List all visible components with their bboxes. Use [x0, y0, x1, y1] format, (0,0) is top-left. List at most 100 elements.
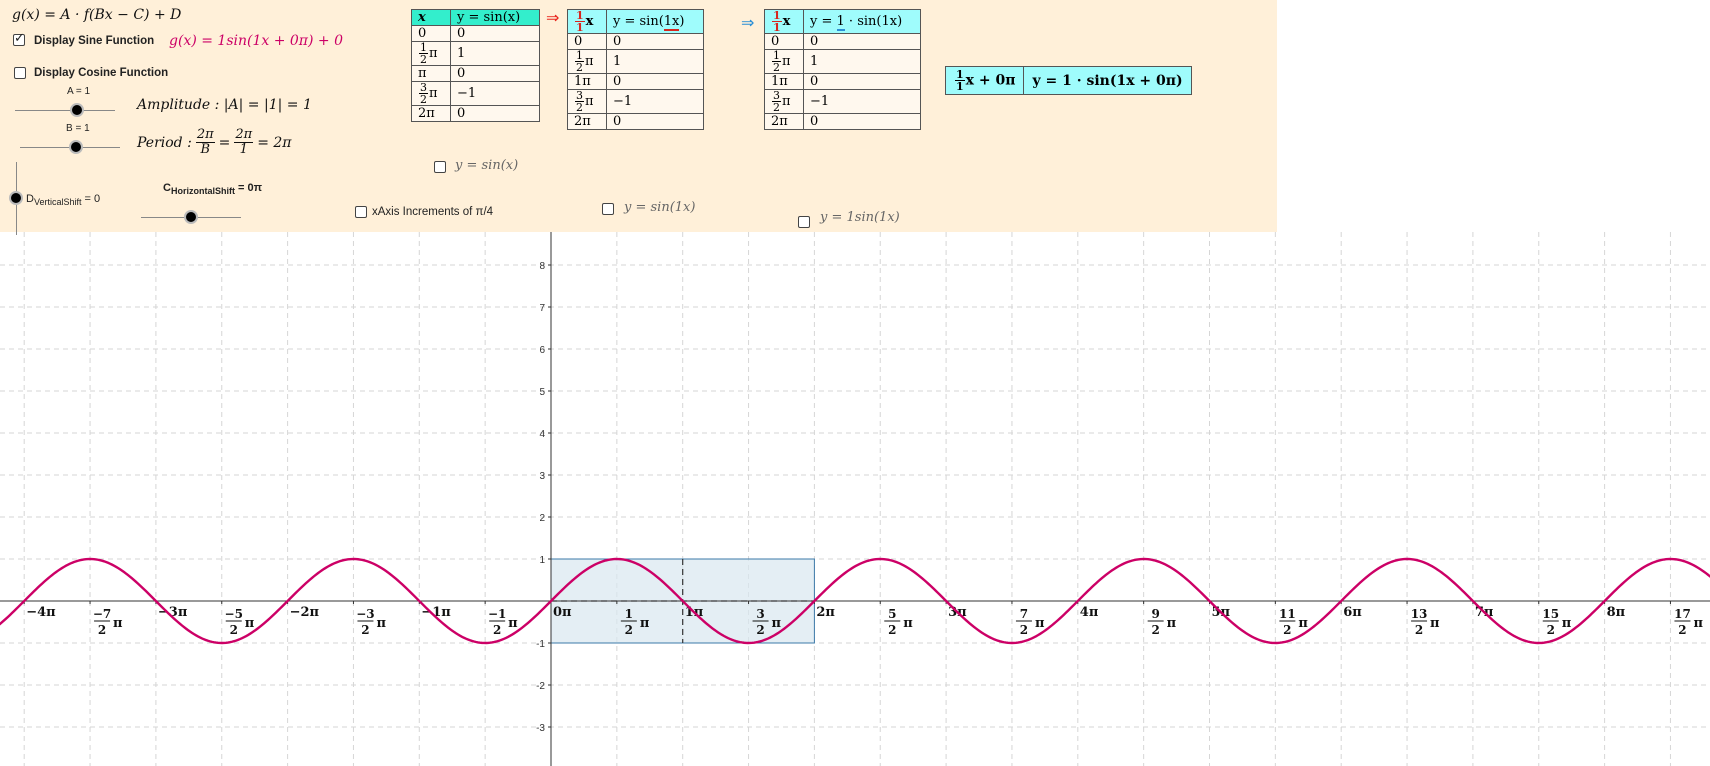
- x-tick-label-den: 2: [888, 623, 896, 637]
- y-tick-label: -2: [536, 681, 545, 692]
- table1-cell: 1: [450, 41, 540, 66]
- table-sin-1x: 11x y = sin(1x) 00 12π1 1π 0 3 2 π −1 2π 0: [567, 9, 704, 130]
- x-tick-label: 6π: [1343, 605, 1362, 620]
- x-tick-label: 2π: [816, 605, 835, 620]
- display-cosine-checkbox[interactable]: [14, 67, 26, 79]
- period-result: = 2π: [257, 134, 292, 151]
- y-tick-label: 2: [539, 513, 545, 524]
- table3-cell: −1: [803, 89, 921, 114]
- table1-cell: 12π: [411, 41, 451, 66]
- table3-cell: 0: [764, 33, 804, 50]
- table2-cell: −1: [606, 89, 704, 114]
- table3-header-x: 11x: [764, 9, 804, 34]
- table1-header-x: x: [411, 9, 451, 26]
- table3-cell: 32π: [764, 89, 804, 114]
- table1-cell: 0: [411, 25, 451, 42]
- table2-cell: 0: [606, 113, 704, 130]
- x-tick-label: −2π: [290, 605, 320, 620]
- table3-checkbox[interactable]: [798, 216, 810, 228]
- table1-cell: 32π: [411, 81, 451, 106]
- slider-d-knob[interactable]: [9, 191, 23, 205]
- x-tick-label-pi: π: [1562, 616, 1572, 631]
- table1-checkbox[interactable]: [434, 161, 446, 173]
- x-tick-label-num: 5: [888, 607, 896, 621]
- table2-cell: 0: [606, 73, 704, 90]
- x-tick-label-num: 3: [756, 607, 764, 621]
- x-tick-label-pi: π: [772, 616, 782, 631]
- table3-header-y: y = 1 · sin(1x): [803, 9, 921, 34]
- table2-cell: 0: [567, 33, 607, 50]
- x-tick-label-den: 2: [1547, 623, 1555, 637]
- x-tick-label-den: 2: [230, 623, 238, 637]
- x-tick-label-den: 2: [756, 623, 764, 637]
- transform-box: 11x + 0π y = 1 · sin(1x + 0π): [944, 66, 1192, 95]
- x-tick-label-den: 2: [1020, 623, 1028, 637]
- y-tick-label: 1: [539, 555, 545, 566]
- table2-checkbox[interactable]: [602, 203, 614, 215]
- x-tick-labels: −4π −72 π−3π −52 π−2π −32 π−1π −12 π0π 12 π1π 32 π2π…: [23, 601, 1703, 637]
- display-cosine-label: Display Cosine Function: [34, 67, 169, 79]
- table1-cell: π: [411, 65, 451, 82]
- x-tick-label-den: 2: [1415, 623, 1423, 637]
- table1-cell: 2π: [411, 105, 451, 122]
- x-tick-label-num: 17: [1674, 607, 1691, 621]
- display-sine-label: Display Sine Function: [34, 35, 155, 47]
- grid-lines: [0, 232, 1710, 766]
- x-tick-label: 4π: [1080, 605, 1099, 620]
- y-tick-labels: -3 -2 -1 1 2 3 4 5 6 7 8: [536, 261, 551, 734]
- slider-d-label: DVerticalShift = 0: [26, 193, 101, 208]
- x-tick-label-num: 9: [1151, 607, 1159, 621]
- slider-c-knob[interactable]: [184, 210, 198, 224]
- table-1-sin-1x: 11x y = 1 · sin(1x) 00 12π1 1π 0 3 2 π −1 2π…: [764, 9, 921, 130]
- xaxis-increments-checkbox[interactable]: [355, 206, 367, 218]
- y-tick-label: 8: [539, 261, 545, 272]
- xaxis-increments-label: xAxis Increments of π/4: [372, 206, 494, 218]
- slider-b-label: B = 1: [66, 123, 90, 134]
- table1-cell: 0: [450, 65, 540, 82]
- x-tick-label-den: 2: [493, 623, 501, 637]
- period-fraction-2: 2π 1: [234, 127, 254, 157]
- table1-checkbox-label: y = sin(x): [455, 158, 519, 173]
- table2-cell: 0: [606, 33, 704, 50]
- table2-header-y: y = sin(1x): [606, 9, 704, 34]
- x-tick-label-num: 11: [1279, 607, 1296, 621]
- y-tick-label: 6: [539, 345, 545, 356]
- transform-box-x: 11x + 0π: [944, 66, 1025, 95]
- x-tick-label: 0π: [553, 605, 572, 620]
- graph-view[interactable]: -3-2-112345678 −4π −72 π−3π −52 π−2π −32 π−1π −…: [0, 232, 1710, 766]
- table3-cell: 1π: [764, 73, 804, 90]
- x-tick-label-pi: π: [113, 616, 123, 631]
- table1-cell: 0: [450, 25, 540, 42]
- x-tick-label-num: −3: [356, 607, 374, 621]
- x-tick-label-pi: π: [245, 616, 255, 631]
- x-tick-label-den: 2: [361, 623, 369, 637]
- arrow-right-icon-1: ⇒: [546, 10, 560, 27]
- table3-cell: 0: [803, 113, 921, 130]
- table1-header-y: y = sin(x): [450, 9, 540, 26]
- x-tick-label-pi: π: [376, 616, 386, 631]
- table2-checkbox-label: y = sin(1x): [624, 200, 696, 215]
- slider-c-label: CHorizontalShift = 0π: [163, 182, 263, 197]
- table1-cell: 0: [450, 105, 540, 122]
- table-sin-x: x y = sin(x) 00 12π1 π0 3 2 π −1 2π 0: [411, 9, 540, 122]
- y-tick-label: -3: [536, 723, 545, 734]
- x-tick-label-pi: π: [903, 616, 913, 631]
- period-fraction-1: 2π B: [195, 127, 215, 157]
- slider-a-knob[interactable]: [70, 103, 84, 117]
- slider-b-knob[interactable]: [69, 140, 83, 154]
- table2-cell: 1π: [567, 73, 607, 90]
- y-tick-label: -1: [536, 639, 545, 650]
- y-tick-label: 5: [539, 387, 545, 398]
- table2-header-x: 11x: [567, 9, 607, 34]
- x-tick-label-den: 2: [1283, 623, 1291, 637]
- display-sine-checkbox[interactable]: [13, 31, 25, 46]
- x-tick-label: −4π: [26, 605, 56, 620]
- x-tick-label-den: 2: [1151, 623, 1159, 637]
- x-tick-label-num: 13: [1411, 607, 1428, 621]
- x-tick-label-den: 2: [98, 623, 106, 637]
- slider-a-track[interactable]: [15, 110, 115, 111]
- table3-cell: 0: [803, 73, 921, 90]
- x-tick-label-pi: π: [1430, 616, 1440, 631]
- x-tick-label-pi: π: [508, 616, 518, 631]
- y-tick-label: 7: [539, 303, 545, 314]
